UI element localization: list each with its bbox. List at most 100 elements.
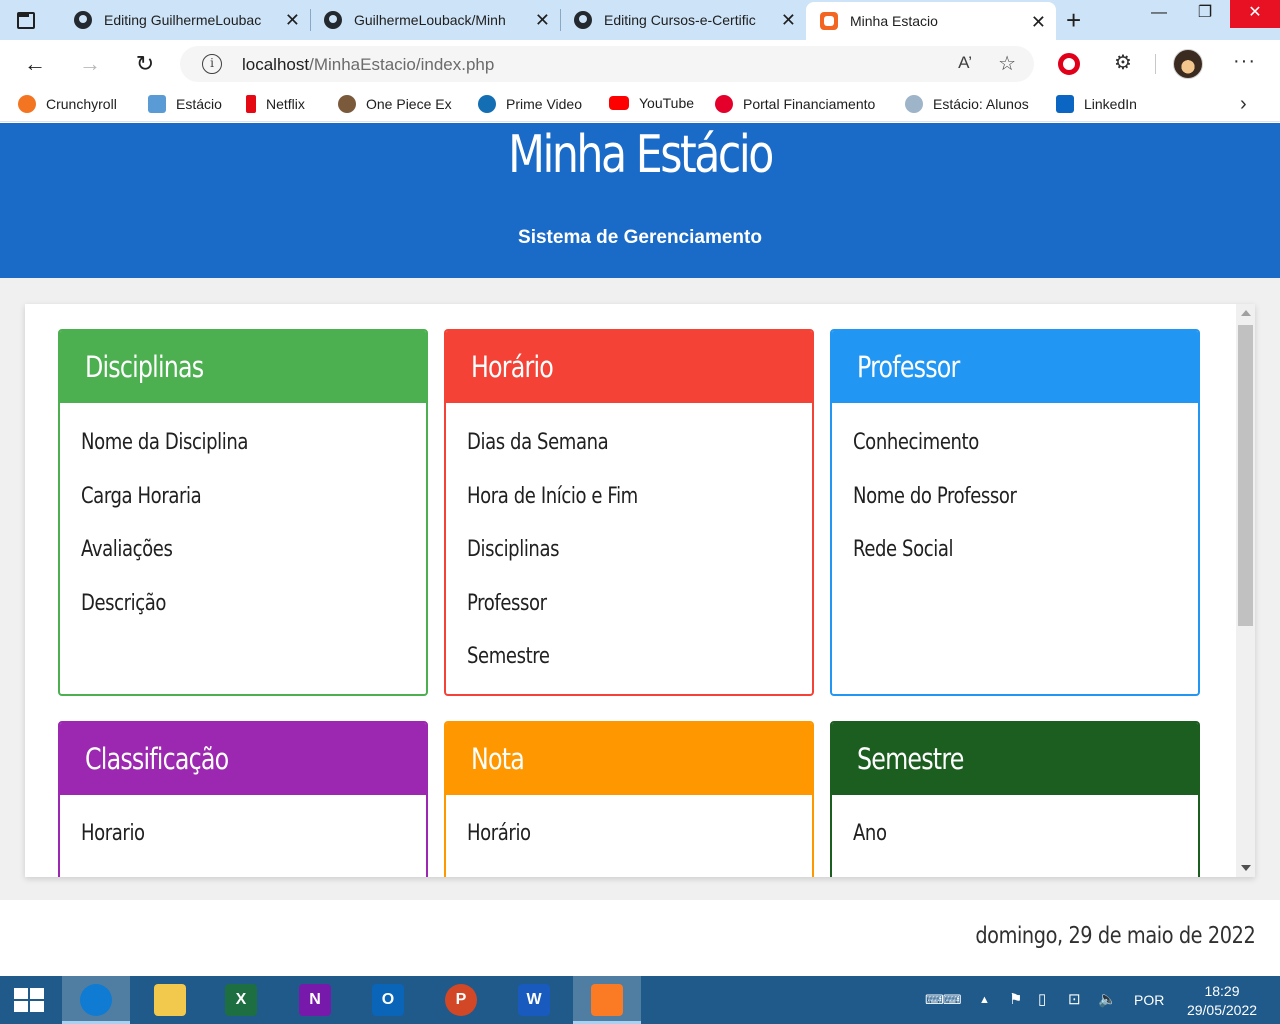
netflix-icon: [246, 95, 256, 113]
tab-minha-estacio[interactable]: Minha Estacio ✕: [806, 2, 1056, 40]
list-item[interactable]: Nome da Disciplina: [81, 426, 426, 480]
adblock-extension-icon[interactable]: [1058, 53, 1080, 75]
taskbar-clock[interactable]: 18:29 29/05/2022: [1172, 982, 1272, 1020]
card-header[interactable]: Nota: [446, 723, 812, 795]
taskbar-excel[interactable]: X: [207, 976, 275, 1024]
scroll-down-icon[interactable]: [1241, 865, 1251, 871]
list-item[interactable]: Descrição: [81, 587, 426, 641]
show-hidden-icons-chevron[interactable]: ▲: [979, 976, 990, 1024]
excel-icon: X: [225, 984, 257, 1016]
back-button[interactable]: ←: [21, 50, 49, 78]
cards-panel: Disciplinas Nome da Disciplina Carga Hor…: [25, 304, 1255, 877]
extensions-icon[interactable]: ⚙: [1114, 50, 1132, 75]
site-info-icon[interactable]: i: [202, 54, 222, 74]
panel-scrollbar[interactable]: [1236, 304, 1255, 877]
card-list: Ano: [832, 795, 1198, 871]
list-item[interactable]: Conhecimento: [853, 426, 1198, 480]
card-header[interactable]: Disciplinas: [60, 331, 426, 403]
card-header[interactable]: Semestre: [832, 723, 1198, 795]
taskbar-outlook[interactable]: O: [354, 976, 422, 1024]
tab-guilhermelouback-repo[interactable]: GuilhermeLouback/Minh ✕: [310, 0, 560, 40]
list-item[interactable]: Avaliações: [81, 533, 426, 587]
github-icon: [74, 11, 92, 29]
tab-actions-icon[interactable]: [14, 9, 36, 31]
minimize-button[interactable]: —: [1136, 0, 1182, 28]
close-tab-icon[interactable]: ✕: [285, 10, 300, 30]
list-item[interactable]: Nome do Professor: [853, 480, 1198, 534]
bookmark-prime-video[interactable]: Prime Video: [478, 95, 582, 113]
volume-icon[interactable]: 🔈: [1098, 976, 1117, 1024]
refresh-button[interactable]: ↻: [131, 50, 159, 78]
bookmark-portal-financiamento[interactable]: Portal Financiamento: [715, 95, 875, 113]
profile-avatar[interactable]: [1173, 49, 1203, 79]
card-disciplinas: Disciplinas Nome da Disciplina Carga Hor…: [58, 329, 428, 696]
scrollbar-thumb[interactable]: [1238, 325, 1253, 626]
taskbar-file-explorer[interactable]: [136, 976, 204, 1024]
bookmark-label: Estácio: [176, 96, 222, 112]
card-header[interactable]: Professor: [832, 331, 1198, 403]
card-header[interactable]: Horário: [446, 331, 812, 403]
list-item[interactable]: Professor: [467, 587, 812, 641]
bookmark-crunchyroll[interactable]: Crunchyroll: [18, 95, 117, 113]
url-path: /MinhaEstacio/index.php: [309, 55, 495, 74]
list-item[interactable]: Horário: [467, 817, 812, 871]
close-tab-icon[interactable]: ✕: [535, 10, 550, 30]
new-tab-button[interactable]: +: [1066, 7, 1081, 33]
list-item[interactable]: Dias da Semana: [467, 426, 812, 480]
taskbar-edge[interactable]: [62, 976, 130, 1024]
close-tab-icon[interactable]: ✕: [781, 10, 796, 30]
address-bar[interactable]: i localhost/MinhaEstacio/index.php A’ ☆: [180, 46, 1034, 82]
restore-button[interactable]: ❐: [1182, 0, 1228, 28]
card-header[interactable]: Classificação: [60, 723, 426, 795]
bookmark-linkedin[interactable]: LinkedIn: [1056, 95, 1137, 113]
more-options-icon[interactable]: ···: [1233, 50, 1256, 73]
taskbar-word[interactable]: W: [500, 976, 568, 1024]
tab-editing-guilhermelouback[interactable]: Editing GuilhermeLoubac ✕: [60, 0, 310, 40]
windows-start-button[interactable]: [14, 988, 46, 1014]
card-title: Classificação: [85, 742, 229, 776]
outlook-icon: O: [372, 984, 404, 1016]
list-item[interactable]: Semestre: [467, 640, 812, 694]
card-classificacao: Classificação Horario: [58, 721, 428, 877]
bookmark-label: Crunchyroll: [46, 96, 117, 112]
list-item[interactable]: Ano: [853, 817, 1198, 871]
tab-editing-cursos[interactable]: Editing Cursos-e-Certific ✕: [560, 0, 806, 40]
list-item[interactable]: Carga Horaria: [81, 480, 426, 534]
forward-button[interactable]: →: [76, 50, 104, 78]
battery-icon[interactable]: ▯: [1038, 976, 1046, 1024]
taskbar-xampp[interactable]: [573, 976, 641, 1024]
list-item[interactable]: Rede Social: [853, 533, 1198, 587]
list-item[interactable]: Hora de Início e Fim: [467, 480, 812, 534]
estacio-alunos-icon: [905, 95, 923, 113]
bookmark-netflix[interactable]: Netflix: [246, 95, 305, 113]
bookmark-one-piece-ex[interactable]: One Piece Ex: [338, 95, 452, 113]
chevron-right-icon[interactable]: ›: [1240, 93, 1247, 116]
list-item[interactable]: Disciplinas: [467, 533, 812, 587]
taskbar-onenote[interactable]: N: [281, 976, 349, 1024]
read-aloud-icon[interactable]: A’: [958, 53, 972, 73]
language-indicator[interactable]: POR: [1134, 976, 1164, 1024]
powerpoint-icon: P: [445, 984, 477, 1016]
address-url[interactable]: localhost/MinhaEstacio/index.php: [242, 55, 494, 75]
clock-date: 29/05/2022: [1186, 1002, 1258, 1018]
page-header: Minha Estácio Sistema de Gerenciamento: [0, 123, 1280, 278]
bookmark-estacio-alunos[interactable]: Estácio: Alunos: [905, 95, 1029, 113]
close-tab-icon[interactable]: ✕: [1031, 12, 1046, 32]
network-icon[interactable]: ⊡: [1068, 976, 1081, 1024]
flag-icon[interactable]: ⚑: [1009, 976, 1022, 1024]
taskbar-powerpoint[interactable]: P: [427, 976, 495, 1024]
bookmark-estacio[interactable]: Estácio: [148, 95, 222, 113]
scroll-up-icon[interactable]: [1241, 310, 1251, 316]
list-item[interactable]: Horario: [81, 817, 426, 871]
add-favorite-icon[interactable]: ☆: [998, 51, 1016, 76]
browser-toolbar: ← → ↻ i localhost/MinhaEstacio/index.php…: [0, 40, 1280, 88]
clock-time: 18:29: [1204, 983, 1240, 999]
card-title: Nota: [471, 742, 525, 776]
one-piece-icon: [338, 95, 356, 113]
edge-icon: [80, 984, 112, 1016]
bookmark-youtube[interactable]: YouTube: [609, 95, 694, 111]
touch-keyboard-icon[interactable]: ⌨⌨: [925, 976, 962, 1024]
card-list: Horario: [60, 795, 426, 871]
close-window-button[interactable]: ✕: [1230, 0, 1280, 28]
card-nota: Nota Horário: [444, 721, 814, 877]
